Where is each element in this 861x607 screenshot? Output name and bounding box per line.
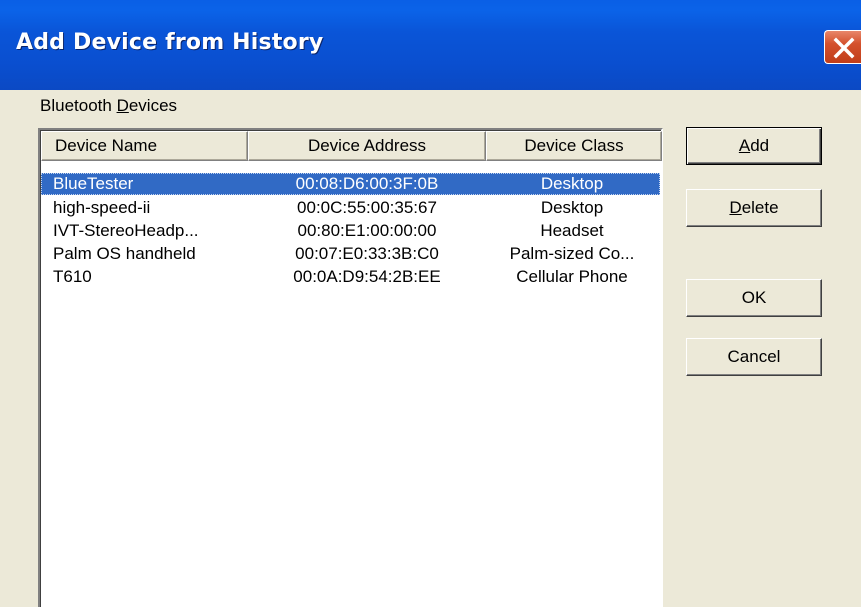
close-icon xyxy=(833,37,855,59)
device-address: 00:80:E1:00:00:00 xyxy=(297,221,437,240)
device-name: Palm OS handheld xyxy=(53,244,196,263)
device-address: 00:0A:D9:54:2B:EE xyxy=(293,267,441,286)
device-address: 00:07:E0:33:3B:C0 xyxy=(295,244,439,263)
device-address: 00:08:D6:00:3F:0B xyxy=(295,174,439,193)
device-list-body: Device Name Device Address Device Class … xyxy=(40,130,662,607)
ok-button[interactable]: OK xyxy=(686,279,822,317)
add-mnemonic: A xyxy=(738,136,751,155)
device-class: Palm-sized Co... xyxy=(509,244,635,263)
device-class: Headset xyxy=(540,221,604,240)
column-header-device-name[interactable]: Device Name xyxy=(41,131,248,161)
device-name: IVT-StereoHeadp... xyxy=(53,221,199,240)
label-mnemonic: D xyxy=(116,96,129,115)
add-label: dd xyxy=(750,136,770,155)
list-item[interactable]: Palm OS handheld 00:07:E0:33:3B:C0 Palm-… xyxy=(41,243,660,265)
list-item[interactable]: high-speed-ii 00:0C:55:00:35:67 Desktop xyxy=(41,197,660,219)
device-address: 00:0C:55:00:35:67 xyxy=(297,198,437,217)
delete-button[interactable]: Delete xyxy=(686,189,822,227)
title-bar[interactable]: Add Device from History xyxy=(0,0,861,90)
device-list[interactable]: Device Name Device Address Device Class … xyxy=(38,128,663,607)
column-header-device-address[interactable]: Device Address xyxy=(248,131,486,161)
delete-label: elete xyxy=(741,198,779,217)
device-name: high-speed-ii xyxy=(53,198,151,217)
device-name: BlueTester xyxy=(53,174,134,193)
device-class: Desktop xyxy=(540,198,604,217)
cancel-button[interactable]: Cancel xyxy=(686,338,822,376)
window-title: Add Device from History xyxy=(16,30,324,55)
bluetooth-devices-label: Bluetooth Devices xyxy=(40,96,177,116)
list-header: Device Name Device Address Device Class xyxy=(41,131,662,161)
add-button[interactable]: Add xyxy=(686,127,822,165)
list-item[interactable]: T610 00:0A:D9:54:2B:EE Cellular Phone xyxy=(41,266,660,288)
close-button[interactable] xyxy=(824,30,861,64)
delete-mnemonic: D xyxy=(729,198,742,217)
label-prefix: Bluetooth xyxy=(40,96,117,115)
list-item[interactable]: IVT-StereoHeadp... 00:80:E1:00:00:00 Hea… xyxy=(41,220,660,242)
column-header-device-class[interactable]: Device Class xyxy=(486,131,662,161)
list-item[interactable]: BlueTester 00:08:D6:00:3F:0B Desktop xyxy=(41,173,660,195)
device-class: Cellular Phone xyxy=(516,267,628,286)
label-suffix: evices xyxy=(128,96,178,115)
device-class: Desktop xyxy=(540,174,604,193)
device-name: T610 xyxy=(53,267,92,286)
